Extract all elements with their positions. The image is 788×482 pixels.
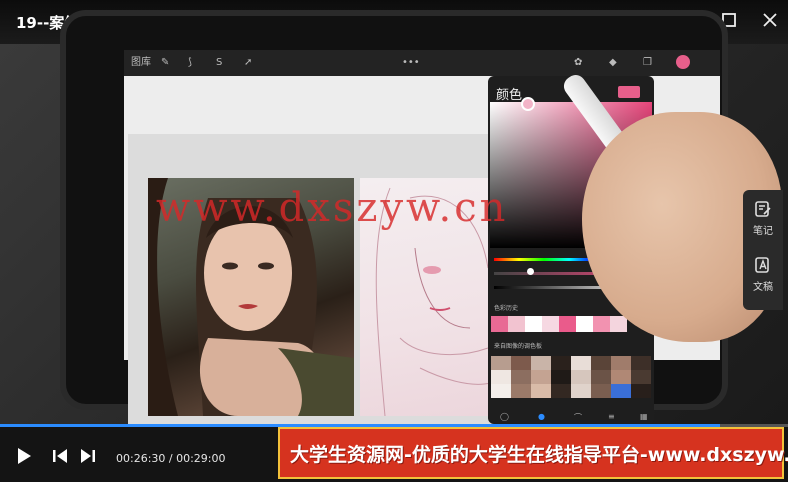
watermark-text: www.dxszyw.cn [156, 185, 509, 231]
adjust-icon: ⟆ [188, 57, 192, 68]
palette-swatch[interactable] [571, 384, 591, 398]
close-icon[interactable] [758, 10, 782, 34]
color-panel-title: 颜色 [496, 88, 523, 103]
history-swatch[interactable] [542, 316, 559, 332]
palette-swatch[interactable] [491, 356, 511, 370]
palette-swatch[interactable] [571, 370, 591, 384]
note-edit-icon [743, 200, 783, 222]
palette-swatch[interactable] [611, 356, 631, 370]
palette-swatch[interactable] [591, 356, 611, 370]
notes-button[interactable]: 笔记 [743, 200, 783, 237]
harmony-tab-icon[interactable]: ⌒ [574, 412, 582, 423]
palette-label: 来自图像的调色板 [494, 343, 543, 350]
palette-swatch[interactable] [551, 384, 571, 398]
wrench-icon: ✎ [161, 57, 170, 68]
previous-button[interactable] [52, 447, 68, 470]
palette-swatch[interactable] [631, 356, 651, 370]
value-tab-icon[interactable]: ≡ [608, 412, 615, 421]
palette-swatch[interactable] [571, 356, 591, 370]
palette-swatch[interactable] [531, 356, 551, 370]
palette-swatch[interactable] [511, 370, 531, 384]
layers-icon: ❐ [643, 57, 652, 68]
transform-icon: ➚ [244, 57, 253, 68]
palette-swatch[interactable] [531, 384, 551, 398]
color-panel-tabs: ◯ ● ⌒ ≡ ▦ [494, 412, 650, 424]
docs-button[interactable]: 文稿 [743, 256, 783, 293]
palette-swatch[interactable] [611, 384, 631, 398]
gallery-button: 图库 [131, 57, 151, 68]
palette-swatch[interactable] [611, 370, 631, 384]
docs-label: 文稿 [753, 282, 773, 293]
eraser-icon: ◆ [609, 57, 617, 68]
palette-swatch[interactable] [591, 370, 611, 384]
history-swatch[interactable] [559, 316, 576, 332]
color-picker-knob[interactable] [521, 97, 535, 111]
palette-swatch[interactable] [631, 370, 651, 384]
current-color-dot [676, 55, 690, 69]
notes-label: 笔记 [753, 226, 773, 237]
history-swatch[interactable] [508, 316, 525, 332]
history-swatch[interactable] [525, 316, 542, 332]
palette-swatch[interactable] [511, 356, 531, 370]
procreate-toolbar [124, 50, 720, 76]
palettes-tab-icon[interactable]: ▦ [640, 412, 648, 421]
more-dots: ••• [402, 57, 420, 68]
current-color-swatch [618, 86, 640, 98]
image-palette [491, 356, 651, 412]
history-swatch[interactable] [576, 316, 593, 332]
play-button[interactable] [16, 447, 32, 470]
palette-swatch[interactable] [591, 384, 611, 398]
history-swatch[interactable] [593, 316, 610, 332]
history-swatch[interactable] [491, 316, 508, 332]
palette-swatch[interactable] [631, 384, 651, 398]
classic-tab-icon[interactable]: ● [538, 412, 545, 421]
disc-tab-icon[interactable]: ◯ [500, 412, 509, 421]
palette-swatch[interactable] [551, 356, 571, 370]
select-icon: S [216, 57, 223, 68]
palette-swatch[interactable] [491, 370, 511, 384]
time-display: 00:26:30 / 00:29:00 [116, 452, 226, 465]
palette-swatch[interactable] [511, 384, 531, 398]
palette-swatch[interactable] [551, 370, 571, 384]
saturation-knob[interactable] [527, 268, 534, 275]
palette-swatch[interactable] [531, 370, 551, 384]
color-history-label: 色彩历史 [494, 305, 519, 312]
ad-banner-text: 大学生资源网-优质的大学生在线指导平台-www.dxszyw.cn [290, 444, 788, 466]
color-history [491, 316, 627, 332]
document-ai-icon [743, 256, 783, 278]
smudge-icon: ✿ [574, 57, 583, 68]
history-swatch[interactable] [610, 316, 627, 332]
palette-swatch[interactable] [491, 384, 511, 398]
next-button[interactable] [80, 447, 96, 470]
